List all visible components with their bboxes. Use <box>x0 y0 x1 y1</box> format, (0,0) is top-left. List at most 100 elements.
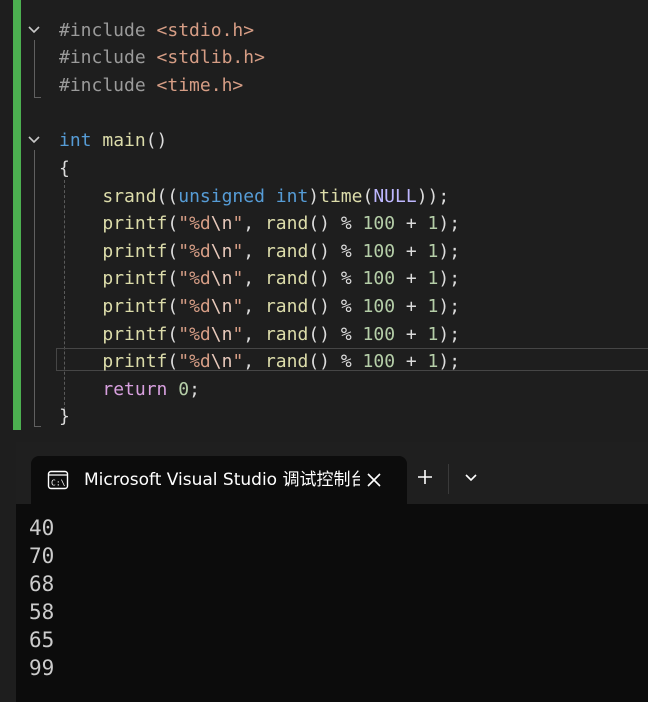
close-icon[interactable] <box>364 470 384 490</box>
code-token: "%d <box>178 268 211 289</box>
code-token: ); <box>438 296 461 317</box>
code-token: <stdio.h> <box>156 20 255 41</box>
code-token: main <box>102 130 146 151</box>
fold-guide-includes <box>34 40 35 97</box>
code-token: " <box>232 296 244 317</box>
code-token: " <box>232 324 244 345</box>
code-token: time <box>319 186 363 207</box>
code-token: + <box>395 351 428 372</box>
debug-console-window[interactable]: C:\ Microsoft Visual Studio 调试控制台 40 70 … <box>16 442 648 702</box>
code-token: rand <box>264 213 309 234</box>
code-token: , <box>243 213 265 234</box>
output-line: 58 <box>29 600 55 624</box>
code-line[interactable]: printf("%d\n", rand() % 100 + 1); <box>59 240 460 264</box>
code-token: 1 <box>427 296 439 317</box>
code-token: rand <box>264 268 309 289</box>
code-line[interactable]: #include <time.h> <box>59 74 243 98</box>
code-token: 100 <box>362 241 396 262</box>
code-token: 100 <box>362 213 396 234</box>
chevron-down-icon <box>28 136 40 144</box>
code-line[interactable]: printf("%d\n", rand() % 100 + 1); <box>59 267 460 291</box>
tab-separator <box>448 464 449 494</box>
code-token: " <box>232 213 244 234</box>
fold-toggle-main[interactable] <box>26 132 42 148</box>
code-token: ) <box>308 186 320 207</box>
code-token: ); <box>438 351 461 372</box>
code-token: () <box>145 130 168 151</box>
code-token: ( <box>167 213 179 234</box>
code-token: " <box>232 351 244 372</box>
svg-text:C:\: C:\ <box>51 479 66 488</box>
code-token: , <box>243 296 265 317</box>
code-token: rand <box>264 351 309 372</box>
chevron-down-icon[interactable] <box>463 470 479 486</box>
code-token: + <box>395 213 428 234</box>
code-line[interactable]: printf("%d\n", rand() % 100 + 1); <box>59 212 460 236</box>
code-token: + <box>395 296 428 317</box>
code-token: \n <box>210 351 233 372</box>
code-token: 100 <box>362 296 396 317</box>
code-token: printf <box>102 213 168 234</box>
code-token: ( <box>167 324 179 345</box>
fold-guide-end <box>34 426 41 427</box>
code-token: , <box>243 268 265 289</box>
code-token: #include <box>59 20 157 41</box>
change-indicator-bar <box>13 0 21 430</box>
code-token: 100 <box>362 268 396 289</box>
code-token: #include <box>59 47 157 68</box>
code-line[interactable]: int main() <box>59 129 167 153</box>
code-token: 1 <box>427 213 439 234</box>
chevron-down-icon <box>28 26 40 34</box>
code-token: " <box>232 268 244 289</box>
tab-debug-console[interactable]: C:\ Microsoft Visual Studio 调试控制台 <box>31 456 407 504</box>
code-token: "%d <box>178 351 211 372</box>
code-line[interactable]: #include <stdlib.h> <box>59 46 265 70</box>
plus-icon[interactable] <box>416 468 434 486</box>
code-token: )); <box>416 186 450 207</box>
output-line: 99 <box>29 656 55 680</box>
code-token: + <box>395 324 428 345</box>
code-token: "%d <box>178 241 211 262</box>
code-line[interactable]: #include <stdio.h> <box>59 19 254 43</box>
code-token: 1 <box>427 324 439 345</box>
code-line[interactable]: srand((unsigned int)time(NULL)); <box>59 185 449 209</box>
code-token: printf <box>102 268 168 289</box>
code-token: \n <box>210 241 233 262</box>
code-token: \n <box>210 324 233 345</box>
code-editor[interactable]: #include <stdio.h> #include <stdlib.h> #in… <box>0 0 648 430</box>
code-token: (( <box>156 186 179 207</box>
output-line: 70 <box>29 544 55 568</box>
code-token: rand <box>264 241 309 262</box>
code-line[interactable]: printf("%d\n", rand() % 100 + 1); <box>59 350 460 374</box>
code-token: () % <box>308 296 363 317</box>
code-token: + <box>395 241 428 262</box>
code-token: printf <box>102 296 168 317</box>
code-token: 100 <box>362 324 396 345</box>
code-token: ; <box>189 379 200 400</box>
code-line[interactable]: } <box>59 405 70 429</box>
code-token: () % <box>308 268 363 289</box>
code-line[interactable]: printf("%d\n", rand() % 100 + 1); <box>59 323 460 347</box>
code-token: srand <box>102 186 157 207</box>
code-line[interactable]: return 0; <box>59 378 200 402</box>
code-line[interactable]: printf("%d\n", rand() % 100 + 1); <box>59 295 460 319</box>
code-token: ); <box>438 241 461 262</box>
code-line[interactable]: { <box>59 157 70 181</box>
code-token: () % <box>308 241 363 262</box>
code-token: <stdlib.h> <box>156 47 265 68</box>
output-line: 68 <box>29 572 55 596</box>
code-token: #include <box>59 75 157 96</box>
code-token: ( <box>167 268 179 289</box>
output-line: 40 <box>29 516 55 540</box>
code-token: () % <box>308 351 363 372</box>
fold-toggle-includes[interactable] <box>26 22 42 38</box>
code-token: ); <box>438 213 461 234</box>
code-token: rand <box>264 296 309 317</box>
output-line: 65 <box>29 628 55 652</box>
